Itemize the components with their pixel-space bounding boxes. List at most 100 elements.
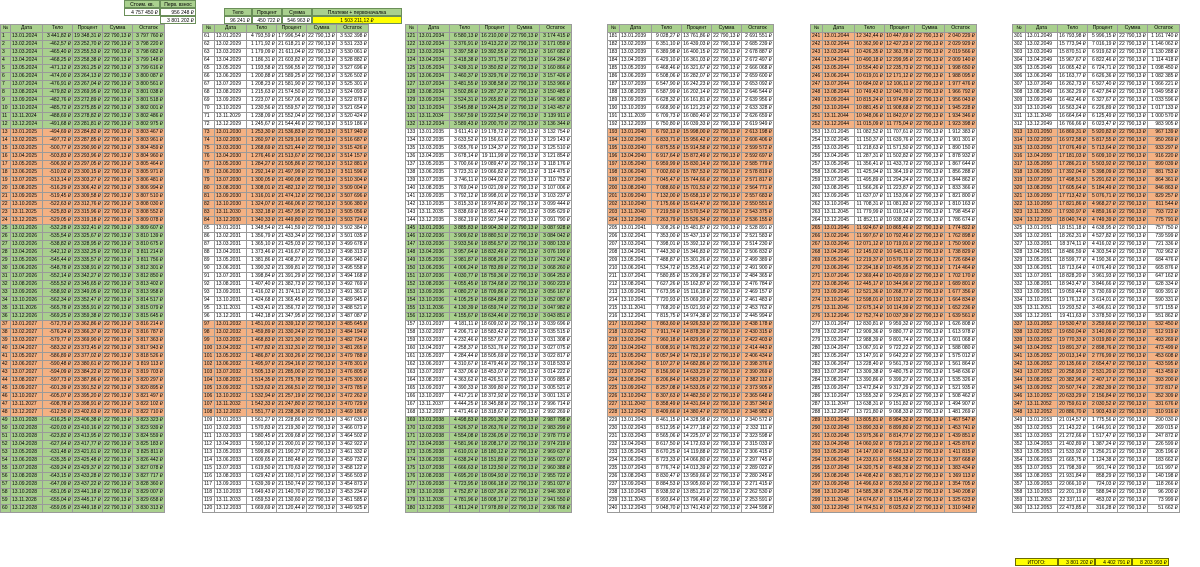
table-cell[interactable]: 13.01.2044	[822, 32, 855, 41]
table-cell[interactable]: 11 082,52 ₽	[854, 128, 885, 137]
table-cell[interactable]: 13.11.2045	[822, 208, 855, 217]
table-cell[interactable]: 1 639 561 ₽	[944, 312, 977, 321]
table-cell[interactable]: 21 536,83 ₽	[276, 128, 307, 137]
table-cell[interactable]: 8 156,90 ₽	[651, 368, 682, 377]
table-cell[interactable]: 10 192,12 ₽	[884, 296, 915, 305]
header-interest[interactable]: Процент	[1087, 24, 1118, 33]
table-cell[interactable]: 13.11.2048	[822, 496, 855, 505]
table-cell[interactable]: 2 626 659 ₽	[741, 112, 774, 121]
table-cell[interactable]: 2 406 434 ₽	[741, 352, 774, 361]
table-cell[interactable]: 3 528 882 ₽	[336, 56, 369, 65]
table-cell[interactable]: 1 494 907 ₽	[944, 400, 977, 409]
table-cell[interactable]: 4 416,02 ₽	[1087, 240, 1118, 249]
table-cell[interactable]: 4 181,11 ₽	[449, 320, 480, 329]
table-cell[interactable]: 22 790,13 ₽	[306, 488, 337, 497]
table-cell[interactable]: 23 406,38 ₽	[72, 416, 103, 425]
header-payment[interactable]: Сумма	[711, 24, 742, 33]
table-cell[interactable]: 933 297 ₽	[1147, 144, 1180, 153]
table-cell[interactable]: 19 021,09 ₽	[479, 184, 510, 193]
table-cell[interactable]: 13.07.2026	[10, 272, 43, 281]
table-cell[interactable]: 13.03.2026	[10, 240, 43, 249]
table-cell[interactable]: 177	[405, 480, 418, 489]
table-cell[interactable]: 72	[202, 120, 215, 129]
down-payment-label[interactable]: Перв. взнос	[160, 0, 196, 8]
table-cell[interactable]: 22 790,13 ₽	[711, 144, 742, 153]
table-cell[interactable]: 3 492 769 ₽	[336, 280, 369, 289]
table-cell[interactable]: -510,02 ₽	[42, 168, 73, 177]
table-cell[interactable]: 8 512,95 ₽	[651, 424, 682, 433]
table-cell[interactable]: 1 613 978 ₽	[944, 328, 977, 337]
table-cell[interactable]: 6 724,71 ₽	[1087, 64, 1118, 73]
table-cell[interactable]: 297	[810, 480, 823, 489]
table-cell[interactable]: 11 707,61 ₽	[884, 128, 915, 137]
table-cell[interactable]: 13.11.2026	[10, 304, 43, 313]
table-cell[interactable]: 23 300,15 ₽	[72, 168, 103, 177]
table-cell[interactable]: 8 358,49 ₽	[651, 400, 682, 409]
table-cell[interactable]: 294	[810, 456, 823, 465]
table-cell[interactable]: 22 790,13 ₽	[509, 112, 540, 121]
table-cell[interactable]: 290	[810, 424, 823, 433]
table-cell[interactable]: 20 382,96 ₽	[1057, 376, 1088, 385]
table-cell[interactable]: 22 790,13 ₽	[1117, 56, 1148, 65]
header-interest[interactable]: Процент	[681, 24, 712, 33]
table-cell[interactable]: 23 255,53 ₽	[72, 48, 103, 57]
table-cell[interactable]: 2 639 956 ₽	[741, 96, 774, 105]
table-cell[interactable]: 6 508,06 ₽	[651, 72, 682, 81]
table-cell[interactable]: 348	[1012, 408, 1026, 417]
table-cell[interactable]: 3 503 724 ₽	[336, 216, 369, 225]
table-cell[interactable]: 15 956,42 ₽	[681, 136, 712, 145]
table-cell[interactable]: 2 531,20 ₽	[1087, 368, 1118, 377]
table-cell[interactable]: 3 723,31 ₽	[449, 168, 480, 177]
table-cell[interactable]: 22 790,13 ₽	[914, 200, 945, 209]
table-cell[interactable]: 3 812 301 ₽	[132, 264, 165, 273]
table-cell[interactable]: 1 726 684 ₽	[944, 256, 977, 265]
table-cell[interactable]: 13.03.2031	[214, 240, 247, 249]
table-cell[interactable]: 1 714 464 ₽	[944, 264, 977, 273]
table-cell[interactable]: 114	[202, 456, 215, 465]
table-cell[interactable]: 4 444,25 ₽	[449, 400, 480, 409]
table-cell[interactable]: 15 787,53 ₽	[681, 168, 712, 177]
table-cell[interactable]: 1 179,09 ₽	[246, 48, 277, 57]
table-cell[interactable]: 243	[810, 48, 823, 57]
table-cell[interactable]: 14 013,39 ₽	[681, 464, 712, 473]
table-cell[interactable]: 10 037,39 ₽	[884, 312, 915, 321]
table-cell[interactable]: 22 790,13 ₽	[1117, 32, 1148, 41]
table-cell[interactable]: 665 876 ₽	[1147, 264, 1180, 273]
table-cell[interactable]: 22 790,13 ₽	[102, 104, 133, 113]
table-cell[interactable]: 21 391,29 ₽	[276, 272, 307, 281]
table-cell[interactable]: 7 002,60 ₽	[651, 168, 682, 177]
table-cell[interactable]: 22 790,13 ₽	[509, 296, 540, 305]
table-cell[interactable]: 211	[607, 272, 620, 281]
table-cell[interactable]: 2 484 365 ₽	[741, 272, 774, 281]
table-cell[interactable]: 1 260,97 ₽	[246, 136, 277, 145]
table-cell[interactable]: 242	[810, 40, 823, 49]
table-cell[interactable]: 3 885,83 ₽	[449, 224, 480, 233]
table-cell[interactable]: 117	[202, 480, 215, 489]
table-cell[interactable]: 22 790,13 ₽	[102, 360, 133, 369]
table-cell[interactable]: 13.01.2052	[1025, 320, 1058, 329]
table-cell[interactable]: 13.07.2028	[10, 464, 43, 473]
table-cell[interactable]: 14 583,29 ₽	[681, 376, 712, 385]
table-cell[interactable]: 21 160,71 ₽	[276, 472, 307, 481]
table-cell[interactable]: 13.09.2044	[822, 96, 855, 105]
table-cell[interactable]: 218	[607, 328, 620, 337]
table-cell[interactable]: 19 413,22 ₽	[479, 40, 510, 49]
table-cell[interactable]: 13.02.2032	[214, 328, 247, 337]
table-cell[interactable]: 991,74 ₽	[1087, 464, 1118, 473]
table-cell[interactable]: 22 790,13 ₽	[914, 304, 945, 313]
table-cell[interactable]: 14 172,63 ₽	[681, 440, 712, 449]
table-cell[interactable]: 2 578 819 ₽	[741, 168, 774, 177]
table-cell[interactable]: 18 927,94 ₽	[479, 216, 510, 225]
table-cell[interactable]: 10 426,35 ₽	[854, 48, 885, 57]
table-cell[interactable]: 1 373,46 ₽	[246, 248, 277, 257]
table-cell[interactable]: 9 151,82 ₽	[884, 400, 915, 409]
table-cell[interactable]: 22 790,13 ₽	[1117, 120, 1148, 129]
table-cell[interactable]: 35	[0, 304, 11, 313]
table-cell[interactable]: 22 790,13 ₽	[306, 504, 337, 513]
table-cell[interactable]: 328	[1012, 248, 1026, 257]
table-cell[interactable]: -601,39 ₽	[42, 384, 73, 393]
table-cell[interactable]: 21 457,95 ₽	[276, 208, 307, 217]
table-cell[interactable]: 224	[607, 376, 620, 385]
table-cell[interactable]: 22 790,13 ₽	[914, 80, 945, 89]
table-cell[interactable]: 21 425,03 ₽	[276, 240, 307, 249]
